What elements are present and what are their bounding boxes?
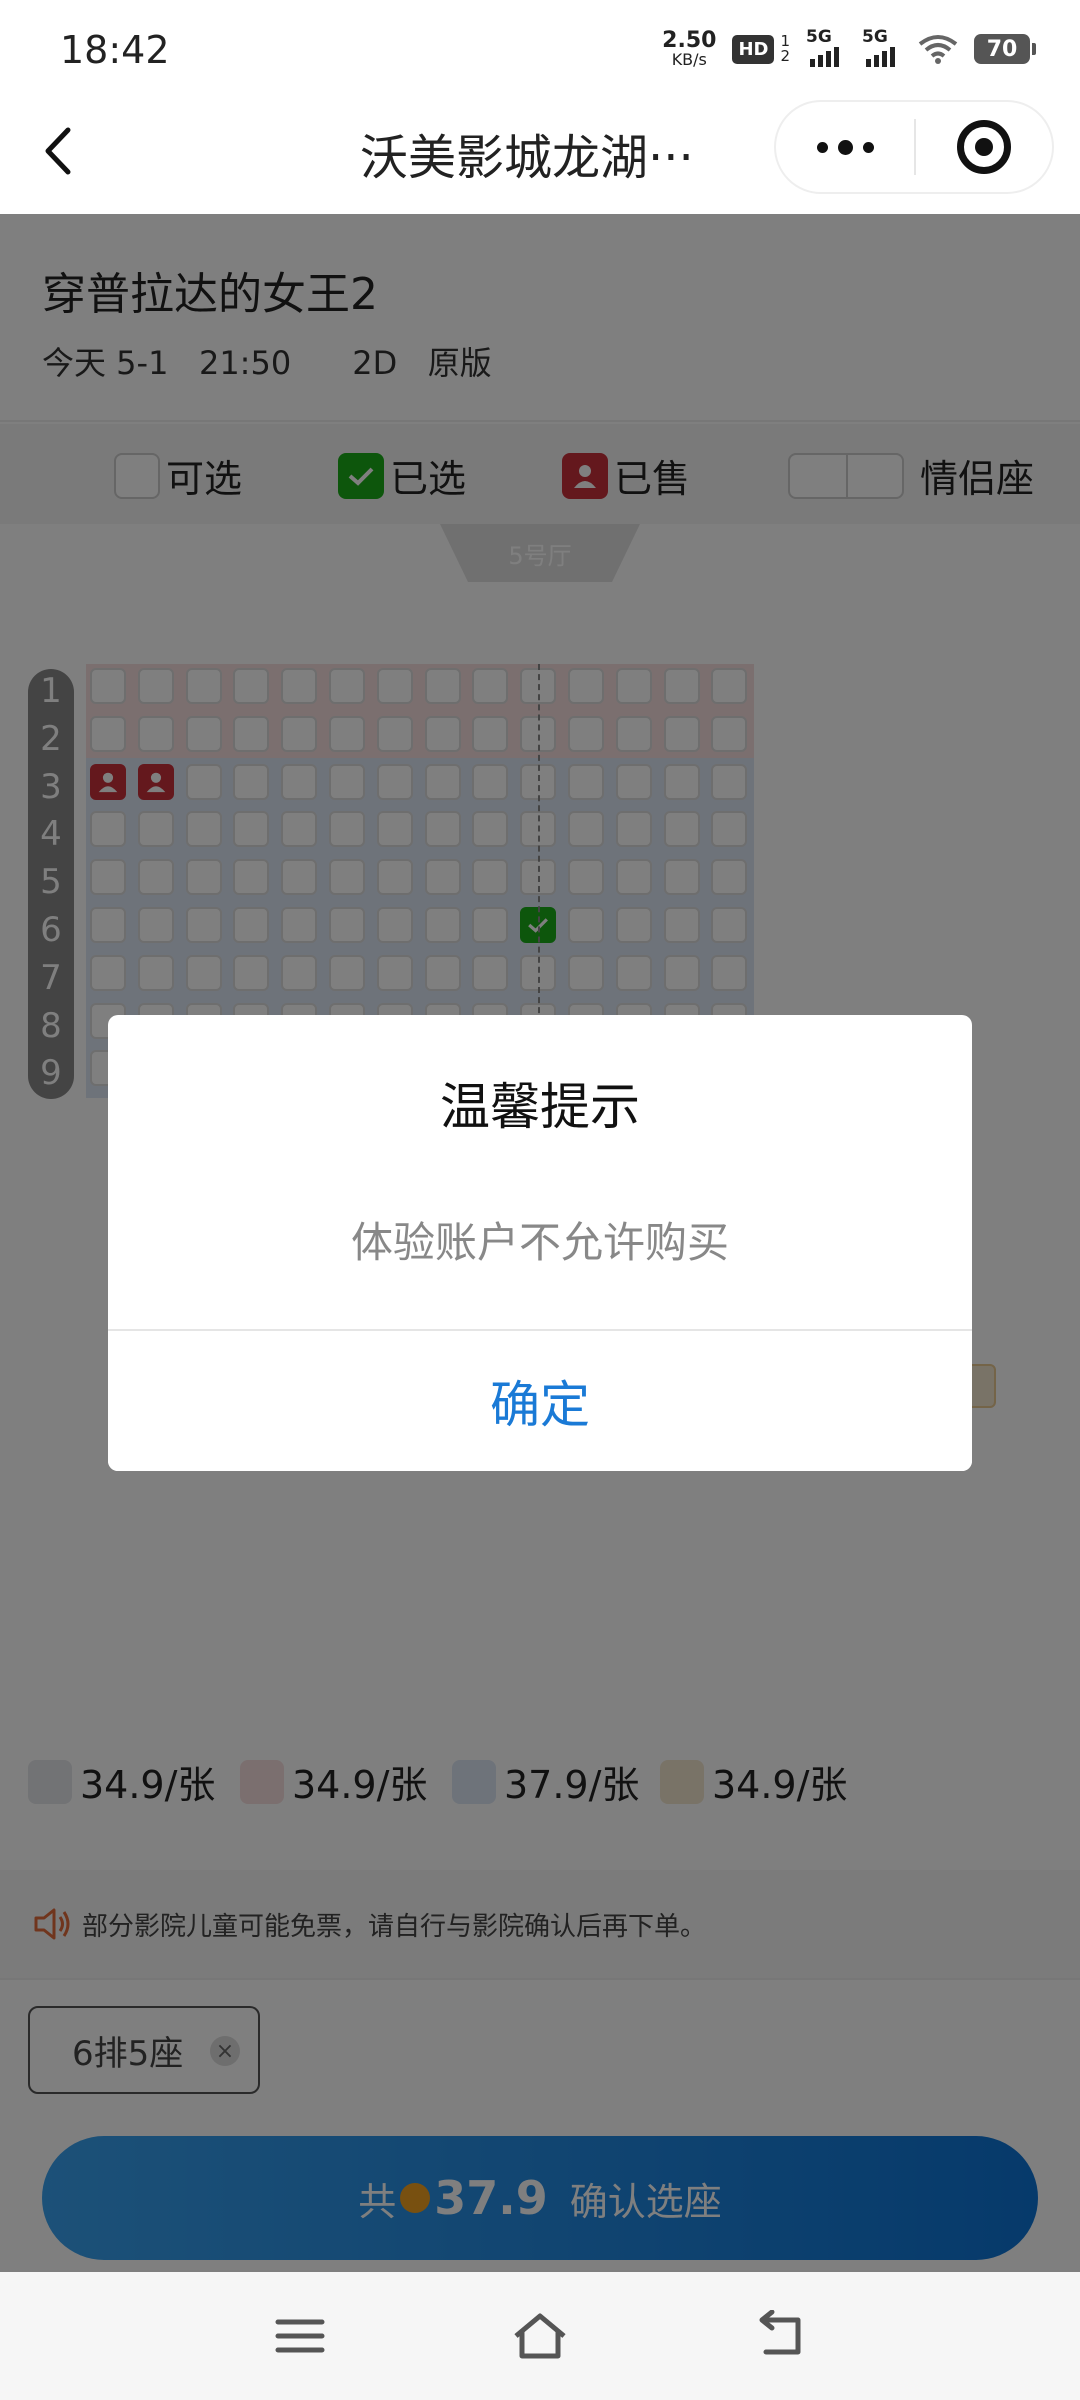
signal-label: 5G [862,27,888,47]
hd-sim-numbers: 1 2 [780,34,790,64]
dialog-message: 体验账户不允许购买 [350,1218,729,1267]
page-title: 沃美影城龙湖··· [360,130,694,186]
hd-sim-bottom: 2 [780,47,790,65]
back-icon[interactable] [40,124,80,178]
dialog-title: 温馨提示 [440,1078,640,1136]
mini-program-capsule [774,100,1054,194]
menu-icon[interactable] [270,2310,330,2362]
net-speed-value: 2.50 [662,28,717,53]
system-nav-bar [0,2272,1080,2400]
back-nav-icon[interactable] [752,2310,812,2362]
more-icon[interactable] [776,139,914,155]
close-mini-program-button[interactable] [916,120,1052,174]
status-time: 18:42 [60,28,170,72]
signal-icon: 5G [806,27,846,67]
nav-bar: 沃美影城龙湖··· [0,100,1080,214]
signal-label: 5G [806,27,832,47]
home-icon[interactable] [510,2310,570,2362]
status-bar: 18:42 2.50 KB/s HD 1 2 5G 5G 70 [0,0,1080,100]
alert-dialog: 温馨提示 体验账户不允许购买 确定 [108,1015,972,1471]
wifi-icon [918,35,958,64]
signal-icon: 5G [862,27,902,67]
hd-voice-icon: HD [732,34,775,64]
battery-icon: 70 [974,34,1036,64]
net-speed: 2.50 KB/s [662,30,716,68]
target-icon [956,120,1011,174]
status-icons: 2.50 KB/s HD 1 2 5G 5G 70 [662,27,1036,68]
ok-button[interactable]: 确定 [108,1331,972,1471]
net-speed-unit: KB/s [671,50,707,69]
